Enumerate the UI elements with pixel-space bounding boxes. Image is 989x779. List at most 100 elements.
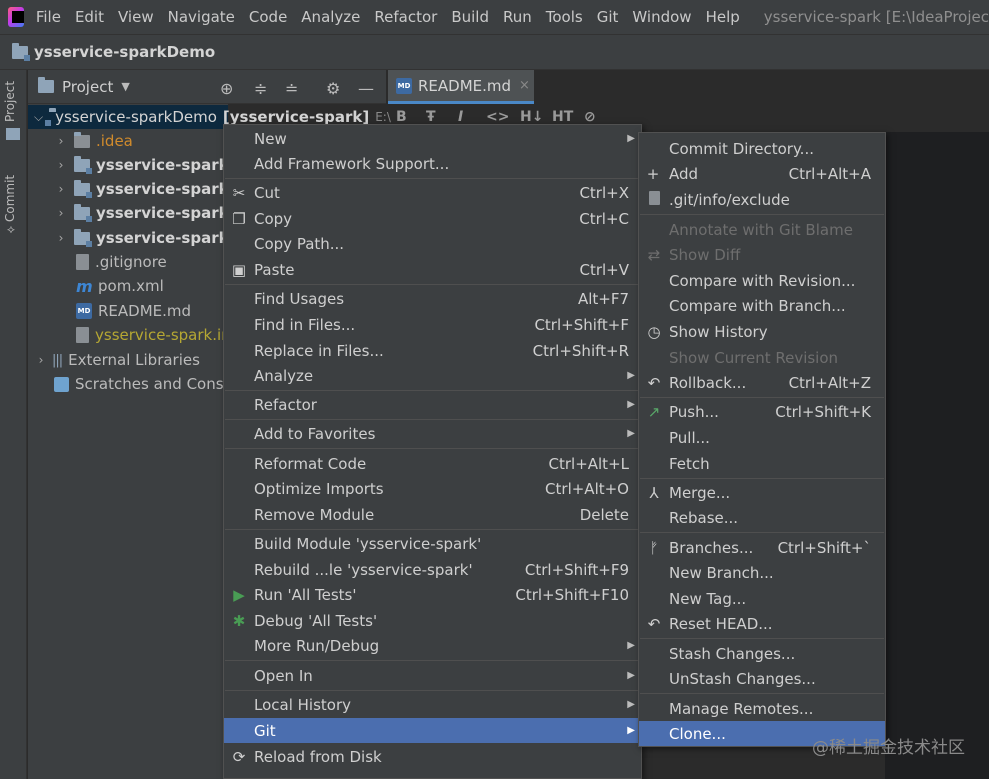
tree-item-module-4[interactable]: › ysservice-spark- xyxy=(54,226,235,250)
git-item-show-history[interactable]: ◷ Show History xyxy=(639,319,885,344)
collapse-all-icon[interactable]: ≐ xyxy=(285,79,298,98)
italic-icon[interactable]: I xyxy=(458,109,463,125)
menu-item-refactor[interactable]: Refactor ▶ xyxy=(224,392,641,417)
menu-run[interactable]: Run xyxy=(503,8,532,26)
menu-window[interactable]: Window xyxy=(632,8,691,26)
chevron-right-icon[interactable]: › xyxy=(54,182,68,196)
git-item-reset-head[interactable]: ↶ Reset HEAD... xyxy=(639,611,885,636)
menu-tools[interactable]: Tools xyxy=(546,8,583,26)
menu-item-optimize-imports[interactable]: Optimize Imports Ctrl+Alt+O xyxy=(224,476,641,501)
menu-item-add-to-favorites[interactable]: Add to Favorites ▶ xyxy=(224,421,641,446)
menu-item-replace-in-files[interactable]: Replace in Files... Ctrl+Shift+R xyxy=(224,338,641,363)
git-item-push[interactable]: ↗ Push... Ctrl+Shift+K xyxy=(639,399,885,424)
git-item-compare-branch[interactable]: Compare with Branch... xyxy=(639,293,885,318)
tree-item-module-1[interactable]: › ysservice-spark- xyxy=(54,153,235,177)
editor-content[interactable] xyxy=(885,132,989,779)
chevron-down-icon[interactable]: ▼ xyxy=(121,80,129,93)
git-item-merge[interactable]: ⅄ Merge... xyxy=(639,480,885,505)
project-tool-tab[interactable]: Project xyxy=(3,81,17,122)
strikethrough-icon[interactable]: Ŧ xyxy=(426,109,436,125)
git-item-commit-directory[interactable]: Commit Directory... xyxy=(639,136,885,161)
chevron-down-icon[interactable]: ⌵ xyxy=(34,110,43,125)
header-up-icon[interactable]: HT xyxy=(552,109,573,125)
tree-item-gitignore[interactable]: .gitignore xyxy=(76,250,167,274)
menu-item-rebuild-module[interactable]: Rebuild ...le 'ysservice-spark' Ctrl+Shif… xyxy=(224,557,641,582)
chevron-right-icon[interactable]: › xyxy=(34,353,48,367)
menu-item-debug-all-tests[interactable]: ✱ Debug 'All Tests' xyxy=(224,608,641,633)
menu-item-add-framework-support[interactable]: Add Framework Support... xyxy=(224,151,641,176)
commit-tool-tab[interactable]: Commit xyxy=(3,175,17,222)
menu-analyze[interactable]: Analyze xyxy=(301,8,360,26)
tree-item-scratches[interactable]: Scratches and Conso xyxy=(54,372,233,396)
git-item-add[interactable]: + Add Ctrl+Alt+A xyxy=(639,161,885,186)
tree-item-module-3[interactable]: › ysservice-spark- xyxy=(54,201,235,225)
git-item-rebase[interactable]: Rebase... xyxy=(639,505,885,530)
hide-panel-icon[interactable]: — xyxy=(358,79,374,98)
menu-item-find-usages[interactable]: Find Usages Alt+F7 xyxy=(224,286,641,311)
chevron-right-icon[interactable]: › xyxy=(54,231,68,245)
header-down-icon[interactable]: H↓ xyxy=(520,109,543,125)
menu-navigate[interactable]: Navigate xyxy=(168,8,235,26)
git-item-show-current-revision[interactable]: Show Current Revision xyxy=(639,345,885,370)
menu-item-find-in-files[interactable]: Find in Files... Ctrl+Shift+F xyxy=(224,312,641,337)
gear-icon[interactable]: ⚙ xyxy=(326,79,340,98)
chevron-right-icon[interactable]: › xyxy=(54,134,68,148)
project-tab-icon xyxy=(6,128,20,140)
bold-icon[interactable]: B xyxy=(396,109,407,125)
locate-target-icon[interactable]: ⊕ xyxy=(220,79,233,98)
git-item-new-tag[interactable]: New Tag... xyxy=(639,586,885,611)
menu-item-new[interactable]: New ▶ xyxy=(224,126,641,151)
git-item-new-branch[interactable]: New Branch... xyxy=(639,560,885,585)
tree-item-module-2[interactable]: › ysservice-spark- xyxy=(54,177,235,201)
menu-item-open-in[interactable]: Open In ▶ xyxy=(224,663,641,688)
git-item-stash[interactable]: Stash Changes... xyxy=(639,641,885,666)
menu-file[interactable]: File xyxy=(36,8,61,26)
menu-item-more-run-debug[interactable]: More Run/Debug ▶ xyxy=(224,633,641,658)
menu-item-paste[interactable]: ▣ Paste Ctrl+V xyxy=(224,257,641,282)
menu-item-analyze[interactable]: Analyze ▶ xyxy=(224,363,641,388)
git-item-show-diff[interactable]: ⇄ Show Diff xyxy=(639,242,885,267)
close-icon[interactable]: × xyxy=(519,78,530,93)
menu-view[interactable]: View xyxy=(118,8,154,26)
menu-refactor[interactable]: Refactor xyxy=(374,8,437,26)
link-icon[interactable]: ⊘ xyxy=(584,109,596,125)
tree-root-item[interactable]: ⌵ ysservice-sparkDemo [ysservice-spark] … xyxy=(28,105,391,129)
expand-all-icon[interactable]: ≑ xyxy=(254,79,267,98)
chevron-right-icon[interactable]: › xyxy=(54,206,68,220)
tree-item-external-libraries[interactable]: › ||| External Libraries xyxy=(34,348,200,372)
menu-edit[interactable]: Edit xyxy=(75,8,104,26)
git-item-branches[interactable]: ᚠ Branches... Ctrl+Shift+` xyxy=(639,535,885,560)
editor-tab-readme[interactable]: MD README.md × xyxy=(388,70,534,104)
git-item-unstash[interactable]: UnStash Changes... xyxy=(639,666,885,691)
git-item-rollback[interactable]: ↶ Rollback... Ctrl+Alt+Z xyxy=(639,370,885,395)
menu-item-build-module[interactable]: Build Module 'ysservice-spark' xyxy=(224,531,641,556)
project-name[interactable]: ysservice-sparkDemo xyxy=(34,43,215,61)
menu-git[interactable]: Git xyxy=(597,8,619,26)
menu-item-reload-from-disk[interactable]: ⟳ Reload from Disk xyxy=(224,744,641,769)
menu-item-run-all-tests[interactable]: ▶ Run 'All Tests' Ctrl+Shift+F10 xyxy=(224,582,641,607)
tree-item-iml[interactable]: ysservice-spark.im xyxy=(76,323,236,347)
module-folder-icon xyxy=(74,155,92,174)
tree-item-pom[interactable]: m pom.xml xyxy=(76,274,164,298)
menu-help[interactable]: Help xyxy=(706,8,740,26)
git-item-exclude[interactable]: .git/info/exclude xyxy=(639,187,885,212)
code-icon[interactable]: <> xyxy=(486,109,509,125)
menu-item-remove-module[interactable]: Remove Module Delete xyxy=(224,502,641,527)
menu-build[interactable]: Build xyxy=(451,8,489,26)
git-item-manage-remotes[interactable]: Manage Remotes... xyxy=(639,696,885,721)
menu-item-git[interactable]: Git ▶ xyxy=(224,718,641,743)
menu-item-copy[interactable]: ❐ Copy Ctrl+C xyxy=(224,206,641,231)
git-item-compare-revision[interactable]: Compare with Revision... xyxy=(639,268,885,293)
menu-item-reformat-code[interactable]: Reformat Code Ctrl+Alt+L xyxy=(224,451,641,476)
tree-item-idea[interactable]: › .idea xyxy=(54,129,133,153)
menu-item-cut[interactable]: ✂ Cut Ctrl+X xyxy=(224,180,641,205)
tree-item-readme[interactable]: MD README.md xyxy=(76,299,191,323)
git-item-fetch[interactable]: Fetch xyxy=(639,451,885,476)
menu-item-copy-path[interactable]: Copy Path... xyxy=(224,231,641,256)
menu-item-local-history[interactable]: Local History ▶ xyxy=(224,692,641,717)
menu-code[interactable]: Code xyxy=(249,8,287,26)
project-view-title[interactable]: Project xyxy=(62,78,113,96)
chevron-right-icon[interactable]: › xyxy=(54,158,68,172)
git-item-annotate[interactable]: Annotate with Git Blame xyxy=(639,217,885,242)
git-item-pull[interactable]: Pull... xyxy=(639,425,885,450)
